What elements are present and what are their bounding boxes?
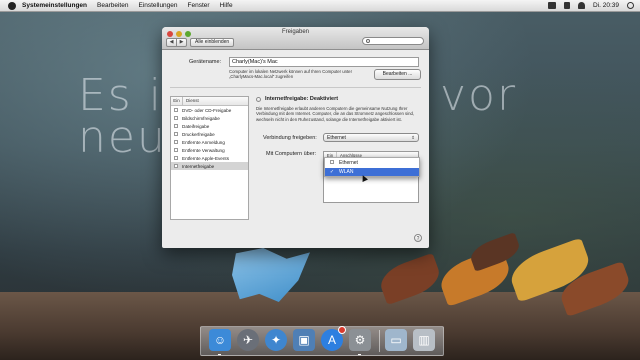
service-row-remote-login[interactable]: Entfernte Anmeldung bbox=[171, 138, 248, 146]
to-computers-label: Mit Computern über: bbox=[266, 151, 317, 157]
dock-separator bbox=[379, 330, 380, 352]
local-address-info: Computer im lokalen Netzwerk können auf … bbox=[229, 69, 369, 80]
service-row-printer-sharing[interactable]: Druckerfreigabe bbox=[171, 130, 248, 138]
service-label: Internetfreigabe bbox=[182, 163, 215, 169]
checkmark-icon[interactable]: ✓ bbox=[325, 168, 339, 176]
service-status: Internetfreigabe: Deaktiviert bbox=[265, 96, 339, 102]
search-field[interactable] bbox=[362, 37, 424, 45]
computer-name-field[interactable]: Charly(Mac)'s Mac bbox=[229, 57, 419, 67]
service-checkbox[interactable] bbox=[174, 124, 178, 128]
service-label: DVD- oder CD-Freigabe bbox=[182, 107, 232, 113]
menu-help[interactable]: Hilfe bbox=[220, 2, 233, 9]
menu-clock[interactable]: Di. 20:39 bbox=[593, 2, 619, 9]
section-divider bbox=[170, 87, 421, 88]
computer-name-label: Gerätename: bbox=[189, 59, 222, 65]
checkbox-box bbox=[330, 160, 334, 164]
navigation-buttons: ◀ ▶ bbox=[166, 38, 187, 47]
service-label: Entfernte Anmeldung bbox=[182, 139, 225, 145]
service-row-file-sharing[interactable]: Dateifreigabe bbox=[171, 122, 248, 130]
apple-menu-icon[interactable] bbox=[8, 1, 16, 10]
status-indicator bbox=[256, 97, 261, 102]
port-option-ethernet[interactable]: Ethernet bbox=[325, 159, 419, 167]
service-label: Bildschirmfreigabe bbox=[182, 115, 220, 121]
service-row-remote-apple-events[interactable]: Entfernte Apple-Events bbox=[171, 154, 248, 162]
services-list: Ein Dienst DVD- oder CD-Freigabe Bildsch… bbox=[170, 96, 249, 220]
service-row-screen-sharing[interactable]: Bildschirmfreigabe bbox=[171, 114, 248, 122]
finder-icon[interactable]: ☺ bbox=[209, 329, 231, 351]
service-row-dvd[interactable]: DVD- oder CD-Freigabe bbox=[171, 106, 248, 114]
menu-app-name[interactable]: Systemeinstellungen bbox=[22, 2, 87, 9]
share-connection-value: Ethernet bbox=[327, 135, 346, 141]
menu-window[interactable]: Fenster bbox=[188, 2, 210, 9]
update-badge bbox=[338, 326, 346, 334]
service-checkbox[interactable] bbox=[174, 156, 178, 160]
search-icon bbox=[366, 39, 370, 43]
edit-name-button[interactable]: Bearbeiten ... bbox=[374, 69, 421, 80]
header-on[interactable]: Ein bbox=[171, 97, 183, 105]
system-preferences-icon[interactable]: ⚙ bbox=[349, 329, 371, 351]
preview-icon[interactable]: ▣ bbox=[293, 329, 315, 351]
trash-icon[interactable]: ▥ bbox=[413, 329, 435, 351]
running-indicator bbox=[358, 354, 361, 355]
launchpad-icon[interactable]: ✈ bbox=[237, 329, 259, 351]
running-indicator bbox=[218, 354, 221, 355]
sharing-preferences-window: Freigaben ◀ ▶ Alle einblenden Gerätename… bbox=[162, 27, 429, 248]
service-checkbox[interactable] bbox=[174, 108, 178, 112]
services-list-header: Ein Dienst bbox=[171, 97, 248, 106]
service-label: Druckerfreigabe bbox=[182, 131, 215, 137]
service-row-remote-management[interactable]: Entfernte Verwaltung bbox=[171, 146, 248, 154]
service-checkbox[interactable] bbox=[174, 148, 178, 152]
menu-edit[interactable]: Bearbeiten bbox=[97, 2, 128, 9]
chevron-updown-icon: ⇕ bbox=[411, 135, 415, 140]
help-button[interactable]: ? bbox=[414, 234, 422, 242]
service-row-internet-sharing[interactable]: Internetfreigabe bbox=[171, 162, 248, 170]
service-label: Entfernte Apple-Events bbox=[182, 155, 229, 161]
service-label: Entfernte Verwaltung bbox=[182, 147, 225, 153]
background-text-line1b: vor bbox=[440, 70, 518, 121]
menu-view[interactable]: Einstellungen bbox=[138, 2, 177, 9]
safari-icon[interactable]: ✦ bbox=[265, 329, 287, 351]
ports-dropdown: Ethernet ✓ WLAN bbox=[324, 157, 420, 177]
port-checkbox[interactable] bbox=[325, 159, 339, 167]
volume-icon[interactable] bbox=[563, 2, 570, 9]
window-titlebar[interactable]: Freigaben ◀ ▶ Alle einblenden bbox=[162, 27, 429, 50]
local-address-line-2: „CharlyMacs-Mac.local" zugreifen bbox=[229, 74, 294, 80]
wifi-icon[interactable] bbox=[577, 2, 585, 9]
back-button[interactable]: ◀ bbox=[167, 39, 176, 46]
show-all-button[interactable]: Alle einblenden bbox=[190, 38, 235, 47]
service-checkbox[interactable] bbox=[174, 116, 178, 120]
battery-icon[interactable] bbox=[547, 2, 556, 9]
folder-icon[interactable]: ▭ bbox=[385, 329, 407, 351]
spotlight-search-icon[interactable] bbox=[627, 2, 634, 9]
port-option-wlan[interactable]: ✓ WLAN bbox=[325, 168, 419, 176]
menu-bar: Systemeinstellungen Bearbeiten Einstellu… bbox=[0, 0, 640, 12]
port-label: WLAN bbox=[339, 169, 354, 175]
dock: ☺ ✈ ✦ ▣ A ⚙ ▭ ▥ bbox=[200, 326, 444, 356]
service-checkbox[interactable] bbox=[174, 140, 178, 144]
forward-button[interactable]: ▶ bbox=[176, 39, 186, 46]
port-label: Ethernet bbox=[339, 160, 358, 166]
share-connection-label: Verbindung freigeben: bbox=[263, 135, 317, 141]
service-label: Dateifreigabe bbox=[182, 123, 210, 129]
service-description: Die Internetfreigabe erlaubt anderen Com… bbox=[256, 106, 415, 122]
window-title: Freigaben bbox=[281, 29, 310, 35]
app-store-icon[interactable]: A bbox=[321, 326, 346, 351]
header-service[interactable]: Dienst bbox=[183, 97, 199, 105]
service-checkbox[interactable] bbox=[174, 132, 178, 136]
share-connection-select[interactable]: Ethernet ⇕ bbox=[323, 133, 419, 142]
service-checkbox[interactable] bbox=[174, 164, 178, 168]
